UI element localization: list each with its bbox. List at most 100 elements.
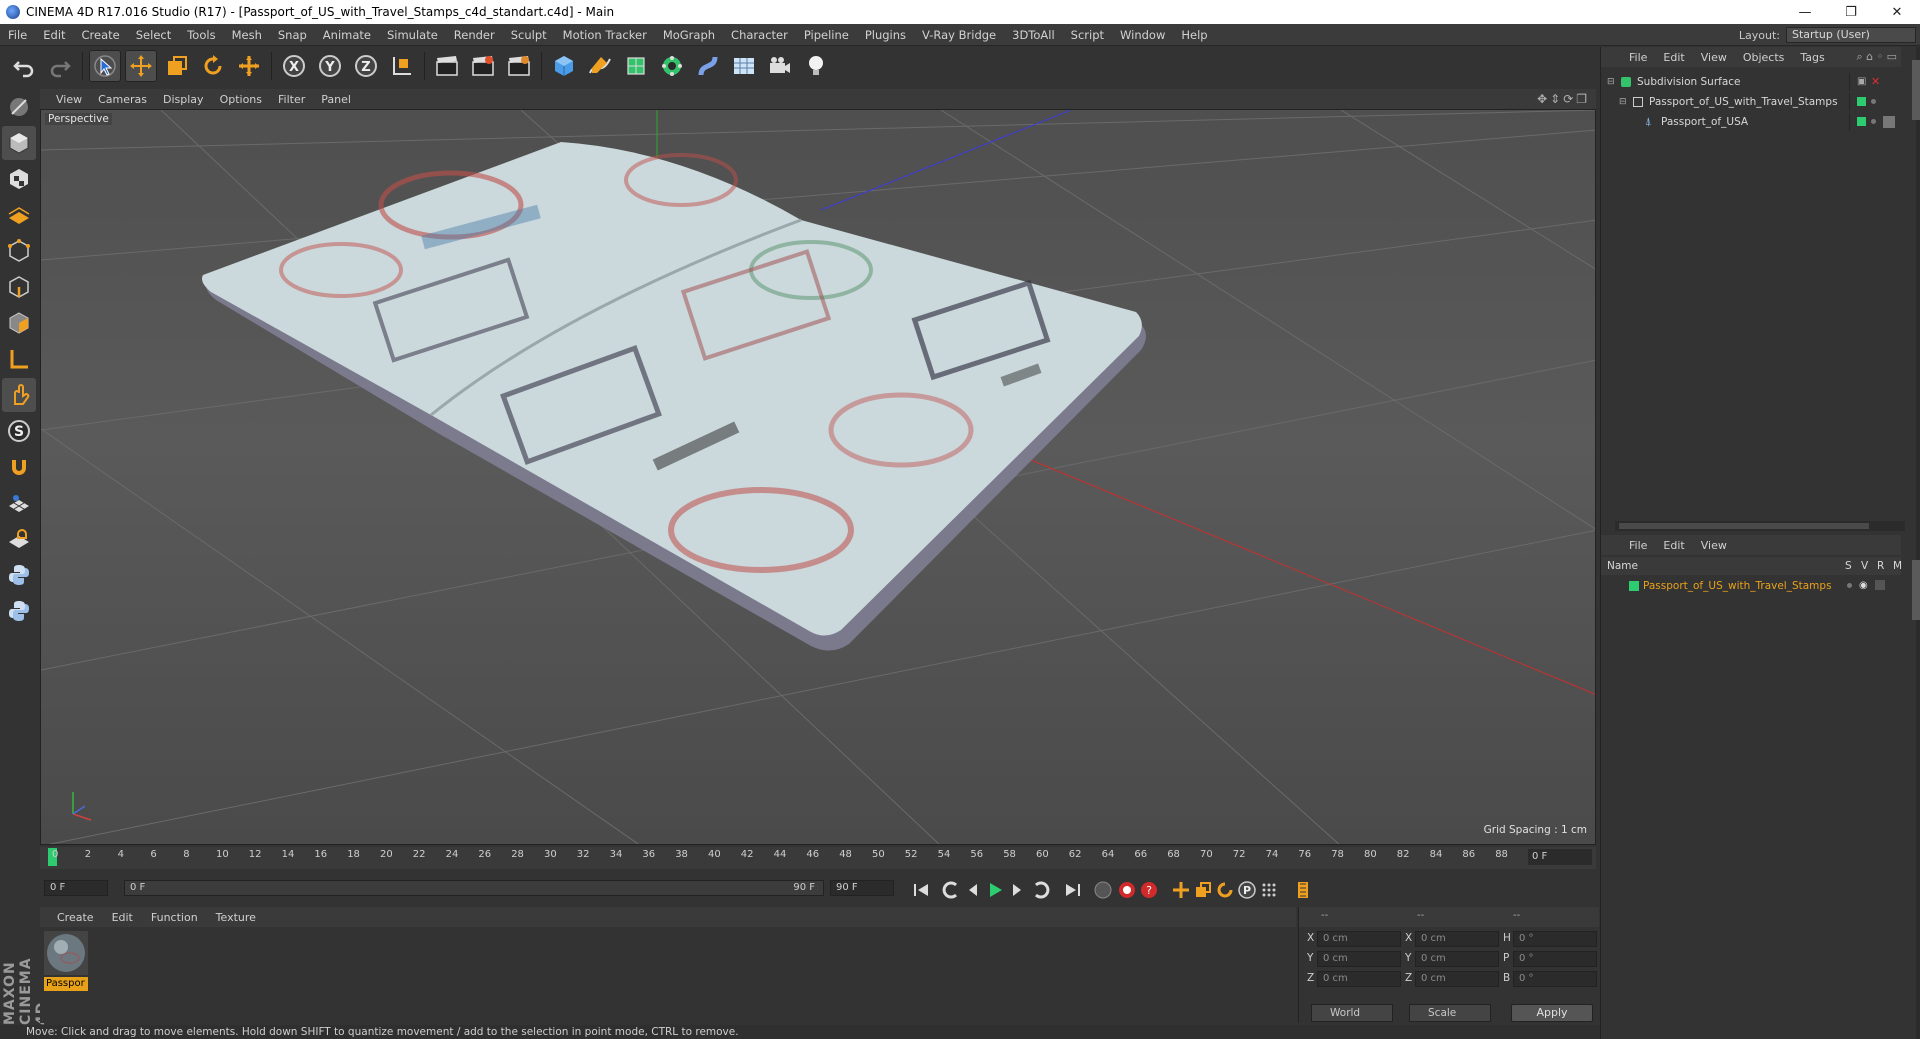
key-pla-button[interactable] bbox=[1258, 879, 1280, 901]
material-preview-swatch[interactable] bbox=[44, 931, 88, 975]
object-menu-view[interactable]: View bbox=[1693, 51, 1735, 64]
polygons-mode-button[interactable] bbox=[2, 306, 36, 340]
menu-sculpt[interactable]: Sculpt bbox=[503, 28, 555, 42]
rotate-tool-button[interactable] bbox=[197, 50, 229, 82]
keyframe-selection-button[interactable]: ? bbox=[1138, 879, 1160, 901]
menu-motion-tracker[interactable]: Motion Tracker bbox=[555, 28, 655, 42]
minimize-button[interactable]: — bbox=[1782, 0, 1828, 24]
undo-button[interactable] bbox=[8, 50, 40, 82]
material-name-label[interactable]: Passpor bbox=[44, 977, 88, 991]
locked-workplane-button[interactable] bbox=[2, 522, 36, 556]
add-deformer-button[interactable] bbox=[692, 50, 724, 82]
material-menu-texture[interactable]: Texture bbox=[207, 911, 265, 924]
add-mograph-button[interactable] bbox=[656, 50, 688, 82]
object-row-subdivision-surface[interactable]: ⊟ Subdivision Surface ▣ ✕ bbox=[1601, 73, 1901, 91]
collapse-toggle-icon[interactable]: ⊟ bbox=[1607, 73, 1617, 87]
points-mode-button[interactable] bbox=[2, 234, 36, 268]
collapse-toggle-icon[interactable]: ⊟ bbox=[1619, 93, 1629, 107]
model-mode-button[interactable] bbox=[2, 126, 36, 160]
rotation-p-field[interactable]: 0 ° bbox=[1513, 951, 1597, 967]
coordinate-mode-dropdown[interactable]: Scale bbox=[1409, 1004, 1491, 1022]
viewport-menu-filter[interactable]: Filter bbox=[270, 93, 313, 106]
render-settings-button[interactable] bbox=[503, 50, 535, 82]
coordinate-system-button[interactable] bbox=[386, 50, 418, 82]
menu-edit[interactable]: Edit bbox=[35, 28, 73, 42]
close-button[interactable]: ✕ bbox=[1874, 0, 1920, 24]
disabled-x-icon[interactable]: ✕ bbox=[1871, 73, 1880, 91]
current-frame-field[interactable]: 0 F bbox=[1528, 849, 1592, 865]
add-scene-button[interactable] bbox=[728, 50, 760, 82]
menu-animate[interactable]: Animate bbox=[315, 28, 379, 42]
key-position-button[interactable] bbox=[1170, 879, 1192, 901]
object-menu-file[interactable]: File bbox=[1621, 51, 1655, 64]
timeline-window-button[interactable] bbox=[1292, 879, 1314, 901]
menu-render[interactable]: Render bbox=[446, 28, 503, 42]
next-frame-button[interactable] bbox=[1006, 879, 1028, 901]
position-y-field[interactable]: 0 cm bbox=[1317, 951, 1401, 967]
go-to-start-button[interactable] bbox=[910, 879, 932, 901]
key-rotation-button[interactable] bbox=[1214, 879, 1236, 901]
object-manager-scrollbar[interactable] bbox=[1615, 521, 1905, 531]
menu-vray-bridge[interactable]: V-Ray Bridge bbox=[914, 28, 1004, 42]
object-menu-objects[interactable]: Objects bbox=[1735, 51, 1793, 64]
snapping-button[interactable] bbox=[2, 450, 36, 484]
menu-help[interactable]: Help bbox=[1173, 28, 1215, 42]
z-axis-lock-button[interactable]: Z bbox=[350, 50, 382, 82]
y-axis-lock-button[interactable]: Y bbox=[314, 50, 346, 82]
material-menu-create[interactable]: Create bbox=[48, 911, 103, 924]
render-view-button[interactable] bbox=[431, 50, 463, 82]
coordinate-space-dropdown[interactable]: World bbox=[1311, 1004, 1393, 1022]
rotation-h-field[interactable]: 0 ° bbox=[1513, 931, 1597, 947]
previous-key-button[interactable] bbox=[940, 879, 962, 901]
record-active-objects-button[interactable] bbox=[1092, 879, 1114, 901]
apply-button[interactable]: Apply bbox=[1511, 1004, 1593, 1022]
size-z-field[interactable]: 0 cm bbox=[1415, 971, 1499, 987]
object-row-passport-null[interactable]: ⊟ Passport_of_US_with_Travel_Stamps bbox=[1601, 93, 1901, 111]
live-selection-button[interactable] bbox=[89, 50, 121, 82]
recent-tools-button[interactable] bbox=[233, 50, 265, 82]
object-menu-edit[interactable]: Edit bbox=[1655, 51, 1692, 64]
size-y-field[interactable]: 0 cm bbox=[1415, 951, 1499, 967]
key-parameter-button[interactable]: P bbox=[1236, 879, 1258, 901]
perspective-viewport[interactable]: Perspective Grid Spacing : 1 cm bbox=[40, 109, 1596, 845]
object-menu-tags[interactable]: Tags bbox=[1792, 51, 1832, 64]
attribute-row[interactable]: Passport_of_US_with_Travel_Stamps ◉ bbox=[1601, 577, 1901, 595]
side-tab-objects[interactable] bbox=[1912, 60, 1920, 120]
start-frame-field[interactable]: 0 F bbox=[44, 880, 108, 896]
viewport-menu-cameras[interactable]: Cameras bbox=[90, 93, 155, 106]
rotation-b-field[interactable]: 0 ° bbox=[1513, 971, 1597, 987]
render-toggle-icon[interactable] bbox=[1875, 580, 1885, 590]
add-spline-button[interactable] bbox=[584, 50, 616, 82]
attribute-menu-file[interactable]: File bbox=[1621, 539, 1655, 552]
add-camera-button[interactable] bbox=[764, 50, 796, 82]
menu-select[interactable]: Select bbox=[128, 28, 179, 42]
next-key-button[interactable] bbox=[1030, 879, 1052, 901]
redo-button[interactable] bbox=[44, 50, 76, 82]
position-x-field[interactable]: 0 cm bbox=[1317, 931, 1401, 947]
solo-dot-icon[interactable] bbox=[1847, 583, 1852, 588]
menu-3dtoall[interactable]: 3DToAll bbox=[1004, 28, 1063, 42]
texture-mode-button[interactable] bbox=[2, 162, 36, 196]
layer-checkbox-icon[interactable]: ▣ bbox=[1857, 73, 1866, 91]
attribute-menu-view[interactable]: View bbox=[1693, 539, 1735, 552]
axis-mode-button[interactable] bbox=[2, 342, 36, 376]
edges-mode-button[interactable] bbox=[2, 270, 36, 304]
menu-window[interactable]: Window bbox=[1112, 28, 1173, 42]
render-dot-icon[interactable] bbox=[1871, 119, 1876, 124]
viewport-menu-display[interactable]: Display bbox=[155, 93, 212, 106]
menu-pipeline[interactable]: Pipeline bbox=[796, 28, 857, 42]
add-light-button[interactable] bbox=[800, 50, 832, 82]
menu-simulate[interactable]: Simulate bbox=[379, 28, 446, 42]
add-cube-button[interactable] bbox=[548, 50, 580, 82]
viewport-navigation-icons[interactable]: ✥⇕⟳❐ bbox=[1537, 92, 1590, 106]
menu-mograph[interactable]: MoGraph bbox=[655, 28, 723, 42]
play-button[interactable] bbox=[984, 879, 1006, 901]
timeline-ruler[interactable]: 0 2 4 6 8 10 12 14 16 18 20 22 24 26 28 30 32 34 36 38 40 42 4… bbox=[40, 847, 1596, 869]
scale-tool-button[interactable] bbox=[161, 50, 193, 82]
visibility-green-icon[interactable] bbox=[1857, 117, 1866, 126]
position-z-field[interactable]: 0 cm bbox=[1317, 971, 1401, 987]
attribute-menu-edit[interactable]: Edit bbox=[1655, 539, 1692, 552]
make-editable-button[interactable] bbox=[2, 90, 36, 124]
object-row-passport-of-usa[interactable]: ⍋ Passport_of_USA bbox=[1601, 113, 1901, 131]
viewport-menu-options[interactable]: Options bbox=[212, 93, 270, 106]
